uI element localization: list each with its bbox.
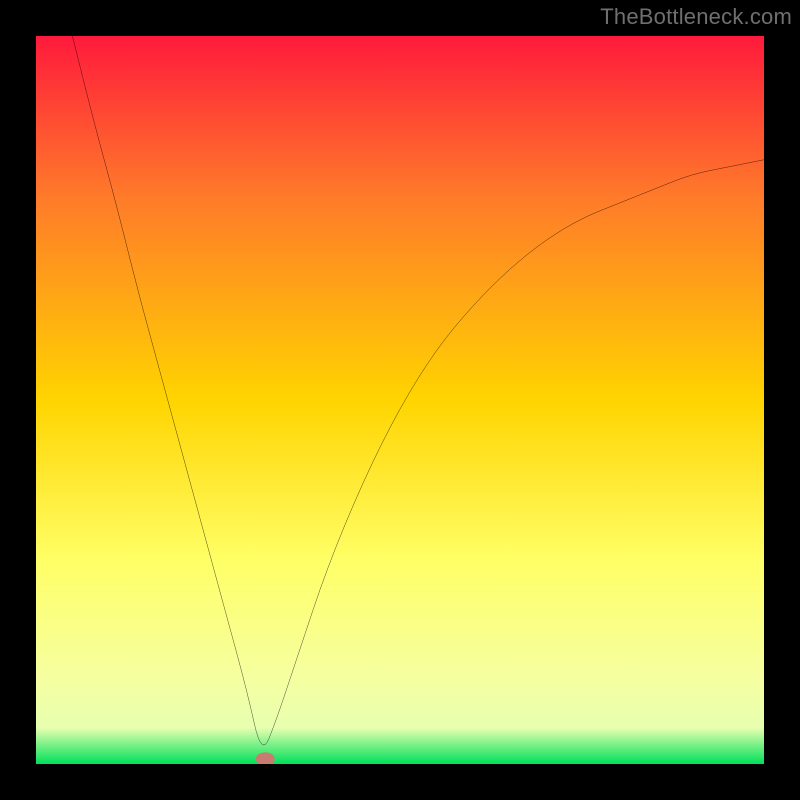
- gradient-background: [36, 36, 764, 764]
- chart-svg: [36, 36, 764, 764]
- watermark-text: TheBottleneck.com: [600, 4, 792, 30]
- plot-area: [36, 36, 764, 764]
- chart-frame: TheBottleneck.com: [0, 0, 800, 800]
